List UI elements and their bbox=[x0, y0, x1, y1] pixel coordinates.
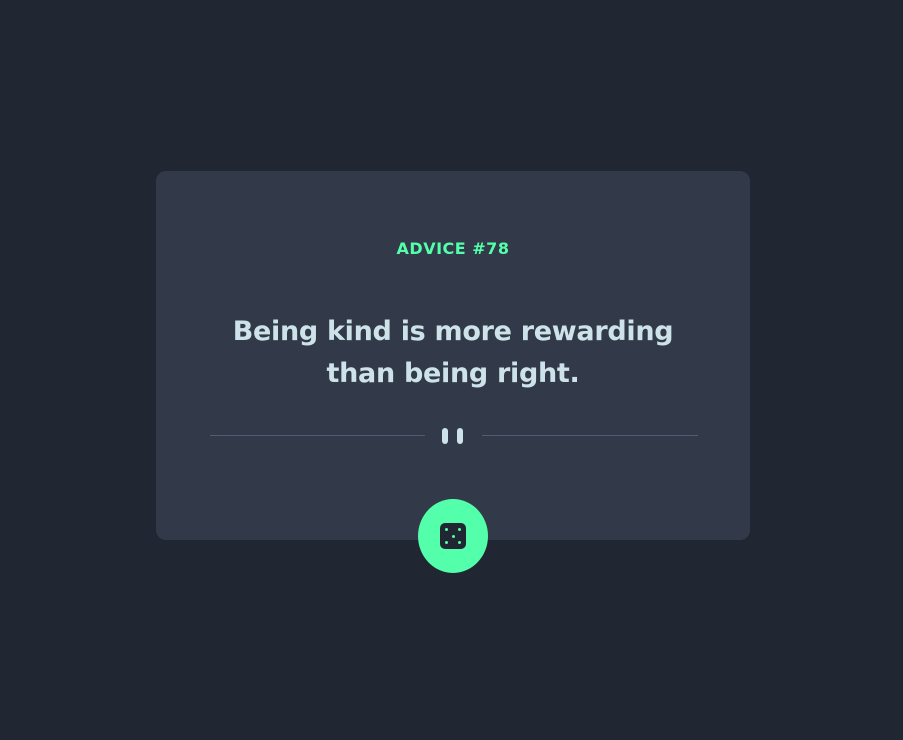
advice-text: Being kind is more rewarding than being … bbox=[232, 316, 674, 389]
advice-id: ADVICE #78 bbox=[396, 239, 510, 258]
advice-card: ADVICE #78 Being kind is more rewarding … bbox=[156, 171, 750, 540]
dice-icon bbox=[440, 523, 466, 549]
divider bbox=[210, 426, 698, 446]
divider-line-right bbox=[482, 435, 698, 436]
divider-line-left bbox=[210, 435, 425, 436]
new-advice-button[interactable] bbox=[418, 499, 488, 573]
pause-icon bbox=[442, 428, 466, 444]
